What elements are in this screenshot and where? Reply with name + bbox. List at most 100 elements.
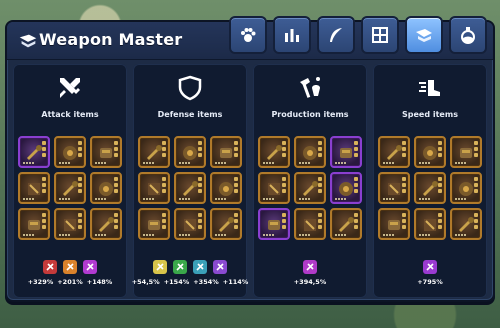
rank-pip xyxy=(198,177,202,181)
item-slot[interactable] xyxy=(174,136,206,168)
item-slot[interactable] xyxy=(210,172,242,204)
item-slot[interactable] xyxy=(90,208,122,240)
item-art-icon xyxy=(28,220,40,230)
star-dots xyxy=(59,198,70,200)
tab-map[interactable] xyxy=(361,16,399,54)
star-dots xyxy=(263,234,274,236)
item-slot[interactable] xyxy=(174,172,206,204)
item-slot[interactable] xyxy=(450,208,482,240)
rank-pip xyxy=(42,153,46,157)
item-slot[interactable] xyxy=(210,208,242,240)
item-slot[interactable] xyxy=(378,172,410,204)
item-slot[interactable] xyxy=(414,136,446,168)
item-art-icon xyxy=(99,182,113,196)
item-slot[interactable] xyxy=(210,136,242,168)
item-slot[interactable] xyxy=(138,208,170,240)
tab-feather[interactable] xyxy=(317,16,355,54)
rank-pip xyxy=(318,153,322,157)
attack-items-panel: Attack items +329% +201% +148% xyxy=(13,64,127,298)
rank-pip xyxy=(354,177,358,181)
star-dots xyxy=(59,162,70,164)
item-slot[interactable] xyxy=(18,172,50,204)
item-slot[interactable] xyxy=(258,172,290,204)
item-slot[interactable] xyxy=(294,172,326,204)
item-slot[interactable] xyxy=(414,208,446,240)
rank-pip xyxy=(282,147,286,151)
item-slot[interactable] xyxy=(54,208,86,240)
rank-pip xyxy=(474,189,478,193)
bonus-value: +201% xyxy=(57,278,83,286)
rank-pip xyxy=(402,177,406,181)
weapon-master-panel: Weapon Master Attack items +329% +201% +… xyxy=(5,16,495,302)
item-slot[interactable] xyxy=(450,172,482,204)
rank-pip xyxy=(354,225,358,229)
item-art-icon xyxy=(27,145,42,160)
star-dots xyxy=(335,198,346,200)
rank-pip xyxy=(354,183,358,187)
rank-pip xyxy=(354,219,358,223)
rank-pip xyxy=(438,147,442,151)
production-bonus-icons xyxy=(253,260,367,274)
rank-pip xyxy=(318,219,322,223)
item-art-icon xyxy=(99,217,114,232)
item-art-icon xyxy=(183,146,197,160)
item-slot[interactable] xyxy=(18,208,50,240)
dagger-icon xyxy=(63,260,77,274)
rank-pip xyxy=(282,183,286,187)
production-items-panel: Production items +394,5% xyxy=(253,64,367,298)
tab-weapon-master[interactable] xyxy=(405,16,443,54)
item-slot[interactable] xyxy=(258,136,290,168)
item-slot[interactable] xyxy=(294,208,326,240)
crate-icon xyxy=(303,260,317,274)
rank-pip xyxy=(78,183,82,187)
item-slot[interactable] xyxy=(90,136,122,168)
rank-pip xyxy=(354,147,358,151)
item-slot[interactable] xyxy=(258,208,290,240)
item-art-icon xyxy=(423,181,438,196)
star-dots xyxy=(143,234,154,236)
defense-item-grid xyxy=(138,136,242,240)
column-title: Attack items xyxy=(41,110,99,119)
star-dots xyxy=(455,162,466,164)
item-slot[interactable] xyxy=(138,172,170,204)
item-slot[interactable] xyxy=(378,208,410,240)
weapon-master-icon xyxy=(416,29,432,42)
tab-paw[interactable] xyxy=(229,16,267,54)
item-slot[interactable] xyxy=(54,136,86,168)
star-dots xyxy=(23,198,34,200)
item-slot[interactable] xyxy=(90,172,122,204)
rank-pip xyxy=(42,177,46,181)
rank-pip xyxy=(402,189,406,193)
rank-pip xyxy=(282,225,286,229)
item-slot[interactable] xyxy=(378,136,410,168)
heal-icon xyxy=(153,260,167,274)
sword-icon xyxy=(43,260,57,274)
rank-pip xyxy=(234,177,238,181)
rank-pip xyxy=(474,225,478,229)
rank-pip xyxy=(114,213,118,217)
rank-pip xyxy=(282,177,286,181)
item-slot[interactable] xyxy=(294,136,326,168)
item-art-icon xyxy=(423,146,437,160)
item-slot[interactable] xyxy=(18,136,50,168)
item-slot[interactable] xyxy=(138,136,170,168)
star-dots xyxy=(455,198,466,200)
star-dots xyxy=(455,234,466,236)
item-slot[interactable] xyxy=(330,208,362,240)
item-slot[interactable] xyxy=(330,136,362,168)
star-dots xyxy=(143,198,154,200)
bonus-value: +154% xyxy=(163,278,190,286)
tab-stats[interactable] xyxy=(273,16,311,54)
tab-bar xyxy=(229,16,487,54)
item-slot[interactable] xyxy=(174,208,206,240)
bonus-value: +394,5% xyxy=(293,278,327,286)
rank-pip xyxy=(198,141,202,145)
star-dots xyxy=(95,234,106,236)
item-art-icon xyxy=(460,148,472,158)
item-slot[interactable] xyxy=(414,172,446,204)
item-slot[interactable] xyxy=(54,172,86,204)
tab-potion[interactable] xyxy=(449,16,487,54)
rank-pip xyxy=(78,225,82,229)
item-slot[interactable] xyxy=(450,136,482,168)
item-slot[interactable] xyxy=(330,172,362,204)
